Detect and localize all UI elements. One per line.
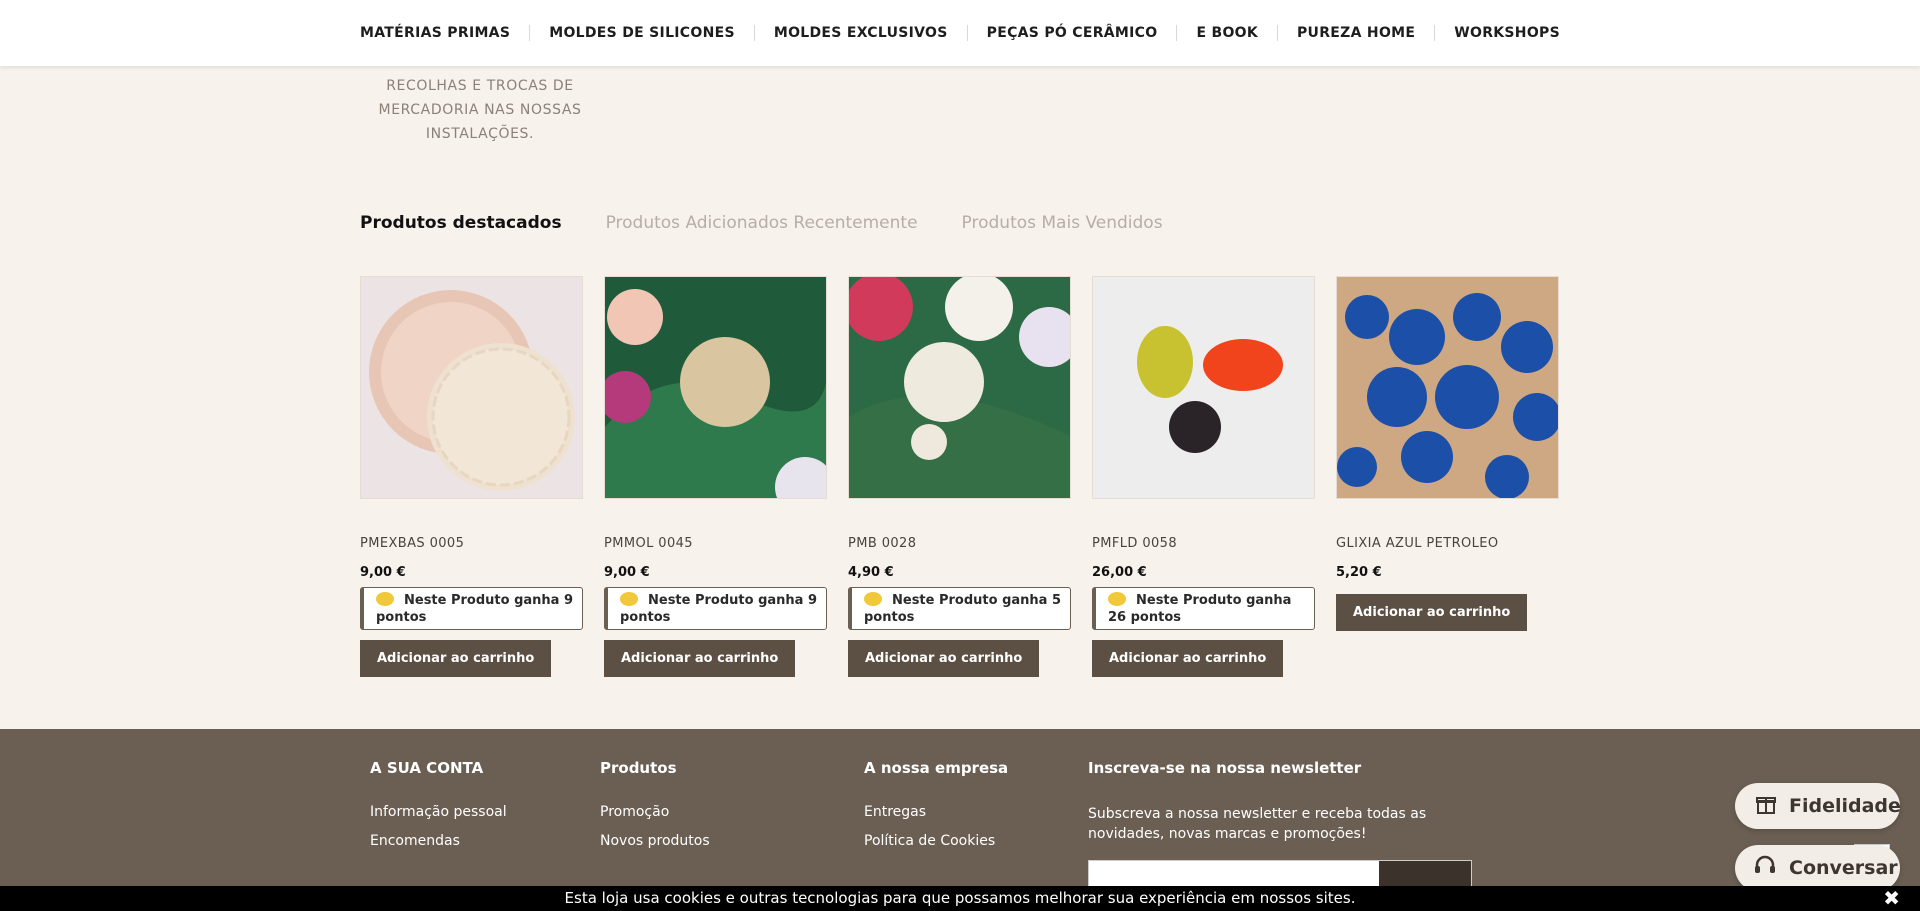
product-image[interactable] [604, 276, 827, 499]
nav-item-pureza-home[interactable]: PUREZA HOME [1278, 25, 1436, 41]
nav-item-workshops[interactable]: WORKSHOPS [1435, 25, 1579, 41]
product-card: GLIXIA AZUL PETROLEO 5,20 € Adicionar ao… [1336, 276, 1559, 686]
info-line: MERCADORIA NAS NOSSAS [378, 102, 582, 118]
add-to-cart-button[interactable]: Adicionar ao carrinho [1092, 640, 1284, 677]
points-text: Neste Produto ganha 5 pontos [864, 593, 1062, 625]
points-text: Neste Produto ganha 26 pontos [1108, 593, 1292, 625]
footer-newsletter: Inscreva-se na nossa newsletter Subscrev… [1088, 759, 1478, 891]
footer-link-personal-info[interactable]: Informação pessoal [370, 804, 507, 820]
footer-col-title: A SUA CONTA [370, 759, 484, 777]
footer-col-title: A nossa empresa [864, 759, 1009, 777]
product-card: PMB 0028 4,90 € Neste Produto ganha 5 po… [848, 276, 1071, 686]
top-navigation: MATÉRIAS PRIMAS MOLDES DE SILICONES MOLD… [0, 0, 1920, 66]
add-to-cart-button[interactable]: Adicionar ao carrinho [1336, 594, 1528, 631]
gift-icon [1755, 793, 1777, 820]
coin-icon [376, 592, 394, 606]
product-price: 4,90 € [848, 565, 894, 580]
product-image[interactable] [360, 276, 583, 499]
product-name[interactable]: GLIXIA AZUL PETROLEO [1336, 536, 1559, 551]
headset-icon [1753, 854, 1777, 883]
product-name[interactable]: PMMOL 0045 [604, 536, 827, 551]
info-line: RECOLHAS E TROCAS DE [386, 78, 574, 94]
product-card: PMEXBAS 0005 9,00 € Neste Produto ganha … [360, 276, 583, 686]
footer-col-products: Produtos Promoção Novos produtos [600, 759, 710, 862]
newsletter-title: Inscreva-se na nossa newsletter [1088, 759, 1362, 777]
nav-item-e-book[interactable]: E BOOK [1177, 25, 1278, 41]
product-card: PMMOL 0045 9,00 € Neste Produto ganha 9 … [604, 276, 827, 686]
nav-item-pecas-po-ceramico[interactable]: PEÇAS PÓ CERÂMICO [968, 25, 1178, 41]
product-name[interactable]: PMFLD 0058 [1092, 536, 1315, 551]
loyalty-points-box: Neste Produto ganha 9 pontos [360, 587, 583, 630]
product-grid: PMEXBAS 0005 9,00 € Neste Produto ganha … [360, 276, 1559, 686]
product-image[interactable] [848, 276, 1071, 499]
cookie-text: Esta loja usa cookies e outras tecnologi… [564, 889, 1356, 907]
product-name[interactable]: PMB 0028 [848, 536, 1071, 551]
newsletter-text: Subscreva a nossa newsletter e receba to… [1088, 806, 1427, 842]
footer-col-title: Produtos [600, 759, 677, 777]
loyalty-points-box: Neste Produto ganha 5 pontos [848, 587, 1071, 630]
coin-icon [1108, 592, 1126, 606]
tab-best-sellers[interactable]: Produtos Mais Vendidos [962, 213, 1163, 233]
store-info-text: RECOLHAS E TROCAS DE MERCADORIA NAS NOSS… [360, 74, 600, 146]
loyalty-points-box: Neste Produto ganha 26 pontos [1092, 587, 1315, 630]
footer-link-cookie-policy[interactable]: Política de Cookies [864, 833, 1008, 849]
tab-featured-products[interactable]: Produtos destacados [360, 213, 562, 233]
cookie-banner: Esta loja usa cookies e outras tecnologi… [0, 886, 1920, 911]
add-to-cart-button[interactable]: Adicionar ao carrinho [360, 640, 552, 677]
chat-button[interactable]: Conversar [1735, 845, 1900, 891]
loyalty-button[interactable]: Fidelidade [1735, 783, 1901, 829]
footer-link-deliveries[interactable]: Entregas [864, 804, 1008, 820]
add-to-cart-button[interactable]: Adicionar ao carrinho [848, 640, 1040, 677]
nav-item-moldes-exclusivos[interactable]: MOLDES EXCLUSIVOS [755, 25, 968, 41]
close-icon[interactable]: ✖ [1883, 886, 1900, 911]
product-image[interactable] [1092, 276, 1315, 499]
product-tabs: Produtos destacados Produtos Adicionados… [360, 213, 1163, 233]
product-price: 9,00 € [360, 565, 406, 580]
chat-button-label: Conversar [1789, 857, 1898, 879]
footer-link-new-products[interactable]: Novos produtos [600, 833, 710, 849]
nav-item-materias-primas[interactable]: MATÉRIAS PRIMAS [341, 25, 531, 41]
add-to-cart-button[interactable]: Adicionar ao carrinho [604, 640, 796, 677]
footer-col-account: A SUA CONTA Informação pessoal Encomenda… [370, 759, 507, 862]
footer: A SUA CONTA Informação pessoal Encomenda… [0, 729, 1920, 911]
footer-col-company: A nossa empresa Entregas Política de Coo… [864, 759, 1008, 862]
product-name[interactable]: PMEXBAS 0005 [360, 536, 583, 551]
footer-link-orders[interactable]: Encomendas [370, 833, 507, 849]
coin-icon [620, 592, 638, 606]
loyalty-button-label: Fidelidade [1789, 795, 1901, 817]
footer-link-promotion[interactable]: Promoção [600, 804, 710, 820]
info-line: INSTALAÇÕES. [425, 126, 535, 142]
points-text: Neste Produto ganha 9 pontos [620, 593, 818, 625]
points-text: Neste Produto ganha 9 pontos [376, 593, 574, 625]
product-price: 5,20 € [1336, 565, 1382, 580]
product-image[interactable] [1336, 276, 1559, 499]
product-price: 26,00 € [1092, 565, 1147, 580]
product-price: 9,00 € [604, 565, 650, 580]
coin-icon [864, 592, 882, 606]
tab-recently-added[interactable]: Produtos Adicionados Recentemente [606, 213, 918, 233]
nav-item-moldes-de-silicones[interactable]: MOLDES DE SILICONES [530, 25, 755, 41]
product-card: PMFLD 0058 26,00 € Neste Produto ganha 2… [1092, 276, 1315, 686]
loyalty-points-box: Neste Produto ganha 9 pontos [604, 587, 827, 630]
